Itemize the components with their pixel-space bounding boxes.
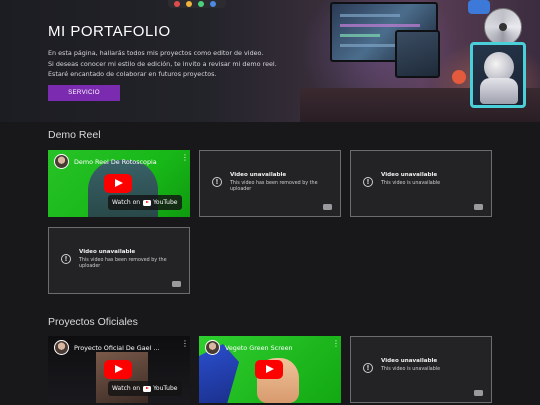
unavailable-subtitle: This video has been removed by the uploa… <box>230 181 318 193</box>
video-embed-unavailable[interactable]: ! Video unavailable This video has been … <box>48 227 190 294</box>
play-button-icon[interactable] <box>104 174 132 193</box>
servicio-button[interactable]: SERVICIO <box>48 85 120 101</box>
unavailable-title: Video unavailable <box>381 358 438 364</box>
more-options-icon[interactable]: ⋮ <box>332 340 340 348</box>
astronaut-body-image <box>480 78 518 104</box>
youtube-logo-icon <box>143 385 152 392</box>
alert-icon: ! <box>363 363 373 373</box>
hero-line: En esta página, hallarás todos mis proye… <box>48 49 264 57</box>
video-embed-unavailable[interactable]: ! Video unavailable This video has been … <box>199 150 341 217</box>
youtube-logo-icon[interactable] <box>323 204 332 210</box>
video-title[interactable]: Demo Reel De Rotoscopia <box>74 158 157 166</box>
channel-avatar[interactable] <box>54 340 69 355</box>
alert-icon: ! <box>363 177 373 187</box>
section-title-proyectos: Proyectos Oficiales <box>48 316 138 328</box>
hero-banner: MI PORTAFOLIO En esta página, hallarás t… <box>0 0 540 122</box>
unavailable-subtitle: This video is unavailable <box>381 367 441 372</box>
channel-avatar[interactable] <box>205 340 220 355</box>
hero-monitor-image-2 <box>395 30 440 78</box>
hero-decor-icon <box>468 0 490 14</box>
youtube-logo-icon[interactable] <box>474 390 483 396</box>
play-button-icon[interactable] <box>104 360 132 379</box>
youtube-label: YouTube <box>153 199 178 206</box>
video-embed-proyecto-oficial[interactable]: Proyecto Oficial De Gael ... ⋮ Watch on Y… <box>48 336 190 403</box>
alert-icon: ! <box>212 177 222 187</box>
youtube-logo-icon[interactable] <box>474 204 483 210</box>
unavailable-title: Video unavailable <box>230 172 287 178</box>
watch-on-label: Watch on <box>112 385 141 392</box>
unavailable-subtitle: This video is unavailable <box>381 181 441 186</box>
video-title[interactable]: Vegeto Green Screen <box>225 344 293 352</box>
youtube-label: YouTube <box>153 385 178 392</box>
play-button-icon[interactable] <box>255 360 283 379</box>
hero-line: Si deseas conocer mi estilo de edición, … <box>48 59 277 68</box>
watch-on-youtube-button[interactable]: Watch on YouTube <box>108 381 182 396</box>
unavailable-subtitle: This video has been removed by the uploa… <box>79 258 167 270</box>
video-embed-vegeto[interactable]: Vegeto Green Screen ⋮ <box>199 336 341 403</box>
watch-on-youtube-button[interactable]: Watch on YouTube <box>108 195 182 210</box>
disc-icon <box>484 8 522 46</box>
video-thumbnail-image <box>199 344 239 403</box>
hero-decor-icons <box>168 0 226 8</box>
watch-on-label: Watch on <box>112 199 141 206</box>
unavailable-title: Video unavailable <box>79 249 136 255</box>
video-embed-unavailable[interactable]: ! Video unavailable This video is unavai… <box>350 336 492 403</box>
channel-avatar[interactable] <box>54 154 69 169</box>
unavailable-title: Video unavailable <box>381 172 438 178</box>
alert-icon: ! <box>61 254 71 264</box>
more-options-icon[interactable]: ⋮ <box>181 154 189 162</box>
section-title-demo-reel: Demo Reel <box>48 129 101 141</box>
video-title[interactable]: Proyecto Oficial De Gael ... <box>74 344 159 352</box>
youtube-logo-icon <box>143 199 152 206</box>
hero-description: En esta página, hallarás todos mis proye… <box>48 48 308 80</box>
hero-decor-badge <box>452 70 466 84</box>
page-title: MI PORTAFOLIO <box>48 23 171 40</box>
youtube-logo-icon[interactable] <box>172 281 181 287</box>
hero-line: Estaré encantado de colaborar en futuros… <box>48 70 217 78</box>
more-options-icon[interactable]: ⋮ <box>181 340 189 348</box>
video-embed-demo-reel[interactable]: Demo Reel De Rotoscopia ⋮ Watch on YouTub… <box>48 150 190 217</box>
video-embed-unavailable[interactable]: ! Video unavailable This video is unavai… <box>350 150 492 217</box>
